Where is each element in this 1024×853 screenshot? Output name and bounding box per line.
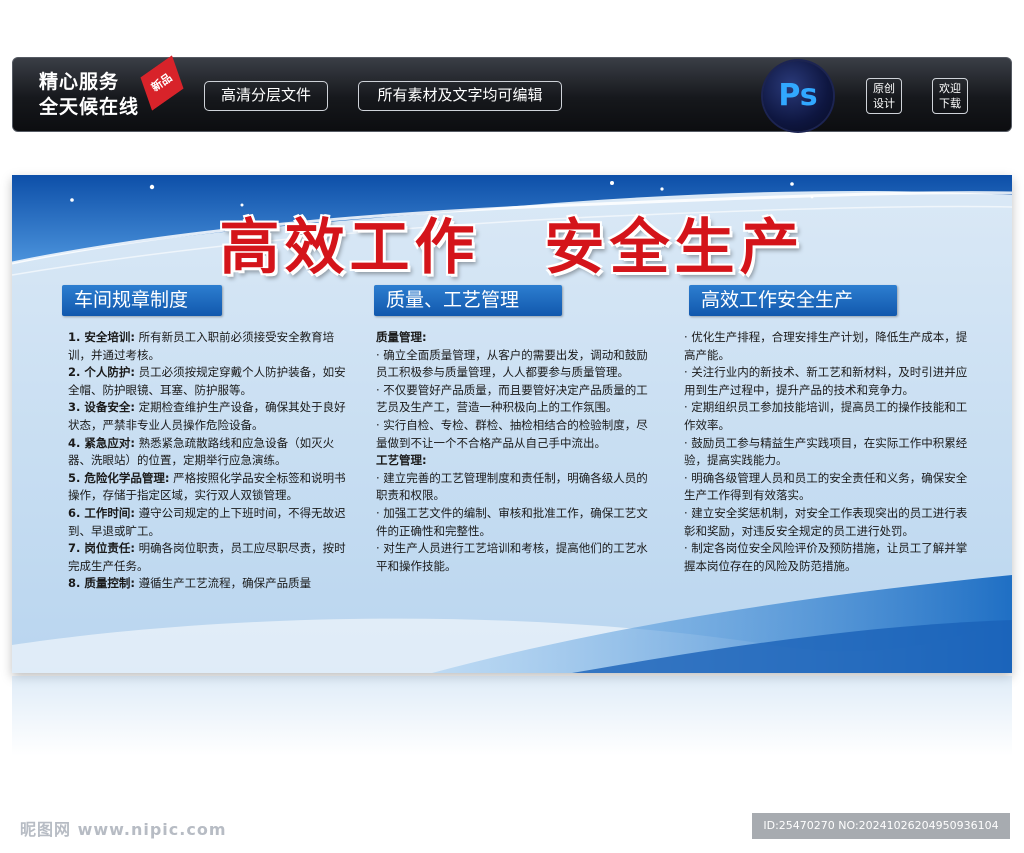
hd-layered-file-tag: 高清分层文件 xyxy=(204,81,328,111)
original-design-tag: 原创 设计 xyxy=(866,78,902,114)
list-item: · 制定各岗位安全风险评价及预防措施，让员工了解并掌握本岗位存在的风险及防范措施… xyxy=(684,541,968,573)
list-item: 3. 设备安全: 定期检查维护生产设备，确保其处于良好状态，严禁非专业人员操作危… xyxy=(68,400,346,432)
welcome-download-line-1: 欢迎 xyxy=(939,82,961,95)
list-item: 7. 岗位责任: 明确各岗位职责，员工应尽职尽责，按时完成生产任务。 xyxy=(68,541,346,573)
list-item: · 不仅要管好产品质量，而且要管好决定产品质量的工艺员及生产工，营造一种积极向上… xyxy=(376,382,648,415)
section-heading-process: 工艺管理: xyxy=(376,453,427,468)
list-item: · 确立全面质量管理，从客户的需要出发，调动和鼓励员工积极参与质量管理，人人都要… xyxy=(376,347,648,380)
list-item: · 建立完善的工艺管理制度和责任制，明确各级人员的职责和权限。 xyxy=(376,470,648,503)
efficient-safe-list: · 优化生产排程，合理安排生产计划，降低生产成本，提高产能。 · 关注行业内的新… xyxy=(684,329,970,575)
list-item: · 鼓励员工参与精益生产实践项目，在实际工作中积累经验，提高实践能力。 xyxy=(684,435,968,468)
list-item: · 明确各级管理人员和员工的安全责任和义务，确保安全生产工作得到有效落实。 xyxy=(684,470,968,503)
original-design-line-1: 原创 xyxy=(873,82,895,95)
welcome-download-tag: 欢迎 下载 xyxy=(932,78,968,114)
service-slogan: 精心服务 全天候在线 xyxy=(39,70,139,120)
list-item: · 定期组织员工参加技能培训，提高员工的操作技能和工作效率。 xyxy=(684,400,968,432)
photoshop-icon: Ps xyxy=(763,61,833,131)
list-item: 8. 质量控制: 遵循生产工艺流程，确保产品质量 xyxy=(68,576,312,591)
safety-board: 高效工作 安全生产 车间规章制度 质量、工艺管理 高效工作安全生产 1. 安全培… xyxy=(12,175,1012,673)
slogan-line-1: 精心服务 xyxy=(39,71,120,93)
welcome-download-line-2: 下载 xyxy=(939,97,961,110)
quality-process-list: 质量管理: · 确立全面质量管理，从客户的需要出发，调动和鼓励员工积极参与质量管… xyxy=(376,329,658,575)
main-headline: 高效工作 安全生产 xyxy=(219,213,805,283)
list-item: 1. 安全培训: 所有新员工入职前必须接受安全教育培训，并通过考核。 xyxy=(68,330,335,362)
board-reflection xyxy=(12,676,1012,776)
column-title-efficient-safe: 高效工作安全生产 xyxy=(689,285,897,316)
list-item: · 优化生产排程，合理安排生产计划，降低生产成本，提高产能。 xyxy=(684,330,968,362)
site-watermark: 昵图网 www.nipic.com xyxy=(20,820,227,839)
new-ribbon: 新品 xyxy=(133,55,192,110)
list-item: · 加强工艺文件的编制、审核和批准工作，确保工艺文件的正确性和完整性。 xyxy=(376,505,648,538)
list-item: · 对生产人员进行工艺培训和考核，提高他们的工艺水平和操作技能。 xyxy=(376,541,648,573)
list-item: · 建立安全奖惩机制，对安全工作表现突出的员工进行表彰和奖励，对违反安全规定的员… xyxy=(684,505,968,538)
column-title-workshop-rules: 车间规章制度 xyxy=(62,285,222,316)
list-item: · 关注行业内的新技术、新工艺和新材料，及时引进并应用到生产过程中，提升产品的技… xyxy=(684,365,968,397)
original-design-line-2: 设计 xyxy=(873,97,895,110)
list-item: 6. 工作时间: 遵守公司规定的上下班时间，不得无故迟到、早退或旷工。 xyxy=(68,505,346,538)
list-item: 5. 危险化学品管理: 严格按照化学品安全标签和说明书操作，存储于指定区域，实行… xyxy=(68,470,346,503)
top-banner: 精心服务 全天候在线 新品 高清分层文件 所有素材及文字均可编辑 Ps 原创 设… xyxy=(12,57,1012,132)
list-item: 2. 个人防护: 员工必须按规定穿戴个人防护装备，如安全帽、防护眼镜、耳塞、防护… xyxy=(68,365,346,397)
list-item: 4. 紧急应对: 熟悉紧急疏散路线和应急设备（如灭火器、洗眼站）的位置，定期举行… xyxy=(68,435,335,468)
image-id-watermark: ID:25470270 NO:20241026204950936104 xyxy=(752,813,1010,839)
editable-materials-tag: 所有素材及文字均可编辑 xyxy=(358,81,562,111)
workshop-rules-list: 1. 安全培训: 所有新员工入职前必须接受安全教育培训，并通过考核。 2. 个人… xyxy=(68,329,348,593)
slogan-line-2: 全天候在线 xyxy=(39,96,140,118)
column-title-quality-process: 质量、工艺管理 xyxy=(374,285,562,316)
list-item: · 实行自检、专检、群检、抽检相结合的检验制度，尽量做到不让一个不合格产品从自己… xyxy=(376,417,648,450)
section-heading-quality: 质量管理: xyxy=(376,330,427,344)
